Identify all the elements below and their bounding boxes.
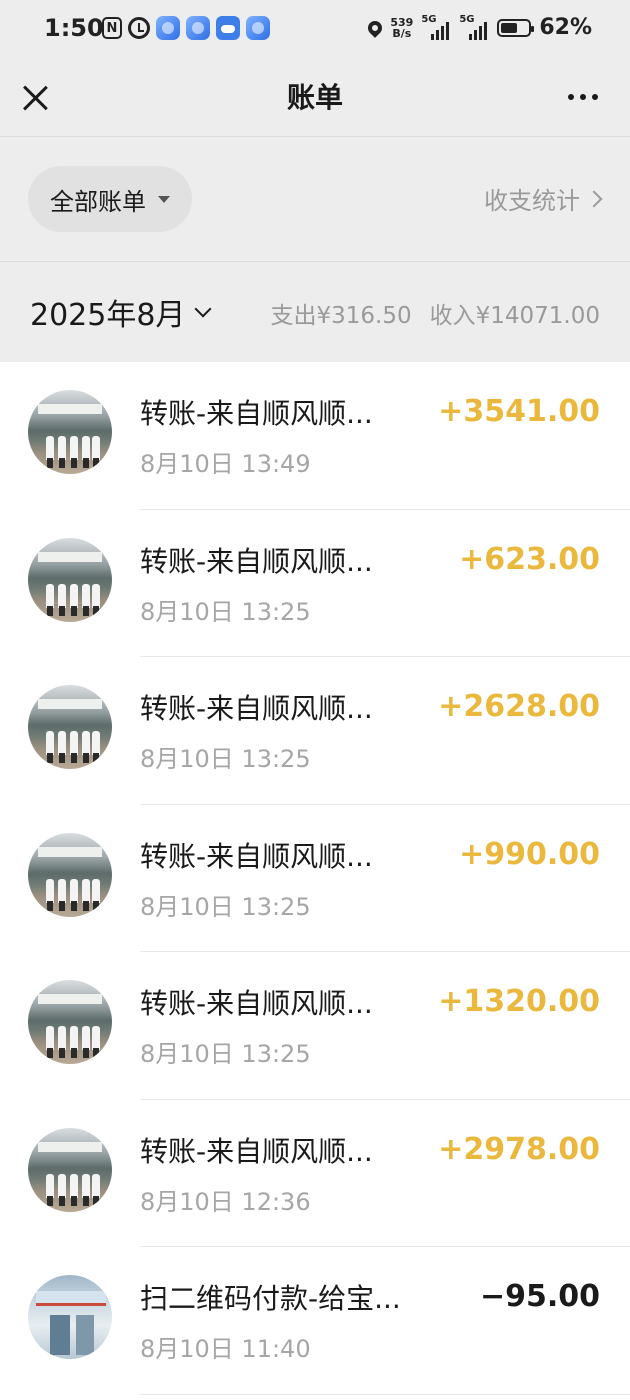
app-notification-icon	[156, 16, 180, 40]
transaction-time: 8月10日 13:25	[140, 745, 311, 773]
nfc-icon: N	[102, 17, 122, 39]
stats-label: 收支统计	[484, 187, 580, 215]
network-speed-value: 539	[390, 15, 414, 29]
battery-percent: 62%	[539, 15, 592, 40]
transaction-time: 8月10日 11:40	[140, 1335, 311, 1363]
transaction-amount: +623.00	[459, 541, 600, 577]
transaction-time: 8月10日 12:36	[140, 1187, 311, 1216]
transaction-title: 转账-来自顺风顺...	[140, 397, 373, 430]
transaction-title: 转账-来自顺风顺...	[140, 987, 373, 1020]
transaction-title: 扫二维码付款-给宝...	[140, 1282, 401, 1315]
transaction-time: 8月10日 13:49	[140, 450, 311, 478]
signal-icon: 5G	[459, 13, 489, 40]
transaction-time: 8月10日 13:25	[140, 892, 311, 921]
transaction-title: 转账-来自顺风顺...	[140, 544, 373, 578]
contact-avatar	[28, 980, 112, 1064]
merchant-avatar	[28, 1275, 112, 1359]
transaction-row[interactable]: 转账-来自顺风顺... 8月10日 13:25 +623.00	[0, 510, 630, 657]
month-bar: 2025年8月 支出¥316.50 收入¥14071.00	[0, 262, 630, 362]
chevron-right-icon	[585, 190, 603, 207]
status-bar: 1:50 N 539 B/s 5G 5G 62%	[0, 0, 630, 60]
transaction-row[interactable]: 转账-来自顺风顺... 8月10日 13:25 +990.00	[0, 805, 630, 952]
contact-avatar	[28, 832, 112, 917]
signal-type-label: 5G	[421, 13, 437, 25]
transaction-row[interactable]: 转账-来自顺风顺... 8月10日 13:25 +2628.00	[0, 657, 630, 805]
header-area: 1:50 N 539 B/s 5G 5G 62% 账单 全部账单 收支统计 20…	[0, 0, 630, 362]
signal-type-label: 5G	[459, 13, 475, 25]
income-summary: 收入¥14071.00	[429, 303, 600, 329]
transaction-row[interactable]: 转账-来自顺风顺... 8月10日 12:36 +2978.00	[0, 1100, 630, 1247]
contact-avatar	[28, 685, 112, 769]
month-summary: 支出¥316.50 收入¥14071.00	[270, 296, 600, 330]
transaction-amount: +3541.00	[438, 394, 600, 429]
income-expense-stats-link[interactable]: 收支统计	[484, 181, 603, 216]
transaction-time: 8月10日 13:25	[140, 597, 311, 626]
nav-bar: 账单	[0, 60, 630, 136]
transaction-title: 转账-来自顺风顺...	[140, 692, 373, 725]
caret-down-icon	[158, 195, 170, 203]
network-speed: 539 B/s	[390, 17, 413, 39]
transaction-row[interactable]: 扫二维码付款-给宝... 8月10日 11:40 −95.00	[0, 1247, 630, 1395]
contact-avatar	[28, 1127, 112, 1212]
transaction-amount: +990.00	[459, 836, 600, 872]
transaction-list: 转账-来自顺风顺... 8月10日 13:49 +3541.00 转账-来自顺风顺..…	[0, 362, 630, 1395]
chevron-down-icon	[194, 300, 212, 318]
app-notification-icon	[186, 16, 210, 40]
transaction-amount: +2628.00	[438, 689, 600, 724]
row-divider	[140, 1393, 630, 1395]
transaction-row[interactable]: 转账-来自顺风顺... 8月10日 13:49 +3541.00	[0, 362, 630, 510]
status-time: 1:50	[44, 14, 104, 42]
transaction-amount: +1320.00	[438, 984, 600, 1019]
transaction-time: 8月10日 13:25	[140, 1040, 311, 1068]
battery-icon	[497, 18, 535, 37]
signal-icon: 5G	[421, 13, 451, 40]
all-bills-label: 全部账单	[50, 187, 146, 216]
transaction-title: 转账-来自顺风顺...	[140, 1134, 373, 1168]
network-speed-unit: B/s	[392, 26, 412, 40]
month-label: 2025年8月	[30, 298, 186, 333]
app-notification-icon	[246, 16, 270, 40]
transaction-title: 转账-来自顺风顺...	[140, 839, 373, 873]
month-selector[interactable]: 2025年8月	[30, 290, 212, 334]
filter-bar: 全部账单 收支统计	[0, 137, 630, 261]
location-icon	[365, 17, 386, 38]
contact-avatar	[28, 537, 112, 622]
system-icons: 539 B/s 5G 5G 62%	[365, 13, 592, 40]
alarm-icon	[128, 17, 150, 39]
contact-avatar	[28, 390, 112, 474]
cloud-icon	[216, 16, 240, 40]
transaction-amount: +2978.00	[438, 1131, 600, 1167]
all-bills-filter-button[interactable]: 全部账单	[28, 166, 192, 232]
notification-icons: N	[102, 16, 270, 40]
more-icon[interactable]	[568, 94, 598, 100]
transaction-row[interactable]: 转账-来自顺风顺... 8月10日 13:25 +1320.00	[0, 952, 630, 1100]
page-title: 账单	[286, 81, 343, 114]
transaction-amount: −95.00	[479, 1279, 600, 1314]
expense-summary: 支出¥316.50	[270, 303, 412, 329]
